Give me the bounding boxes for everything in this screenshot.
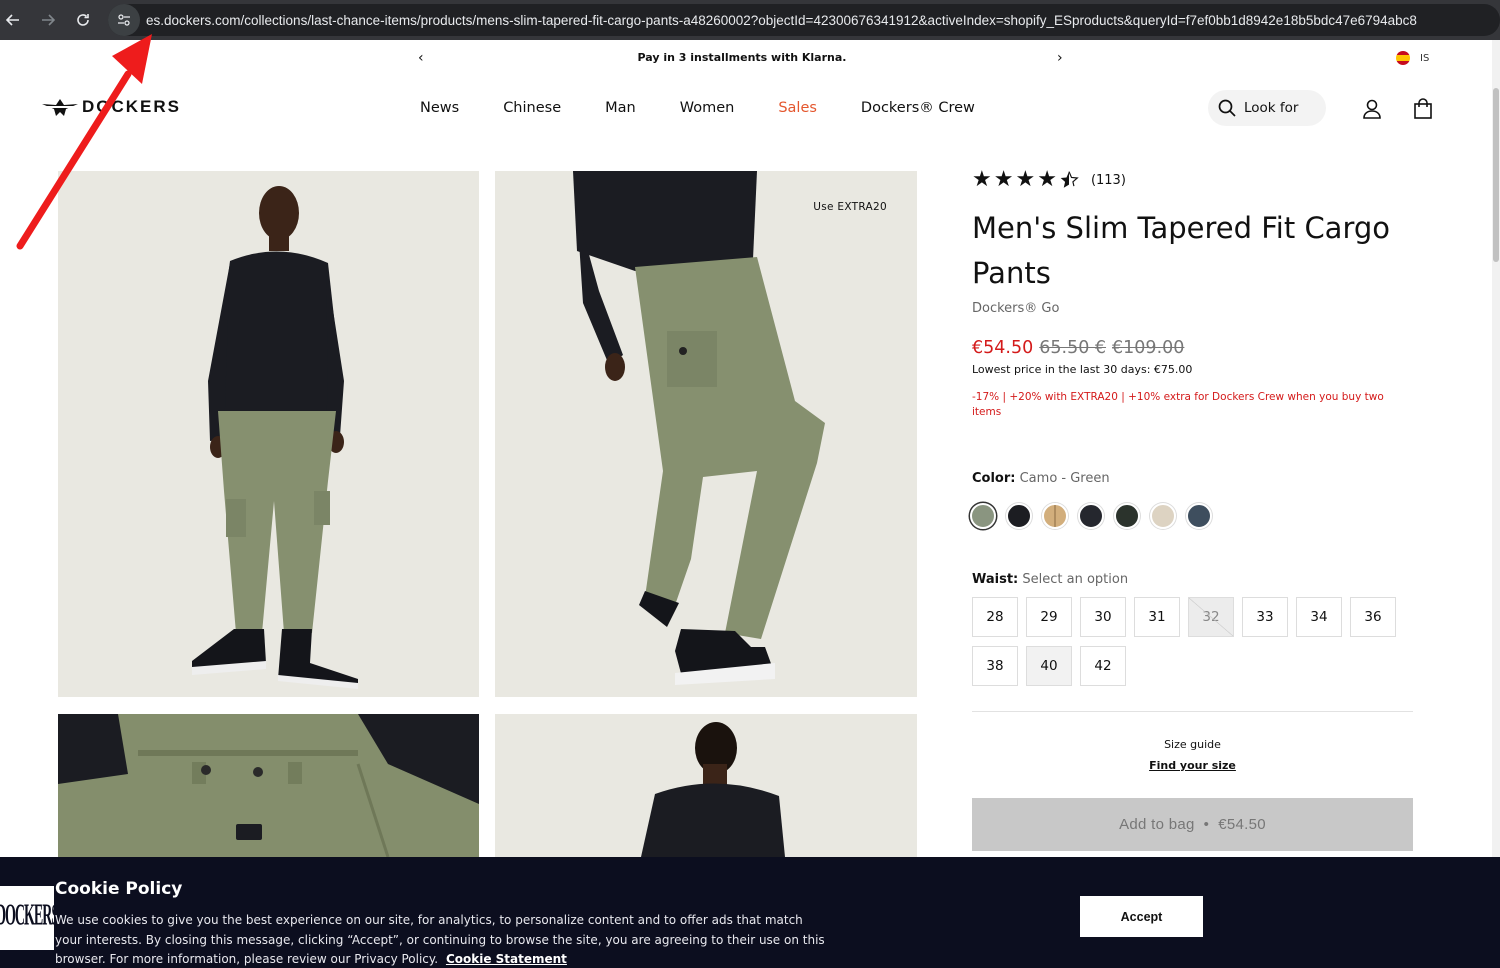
arrow-left-icon[interactable] <box>0 3 30 37</box>
rating-stars[interactable]: ★ ★ ★ ★ (113) <box>972 167 1126 192</box>
language-selector[interactable]: IS <box>1396 51 1429 65</box>
cookie-statement-link[interactable]: Cookie Statement <box>446 952 567 966</box>
star-full-icon: ★ <box>993 167 1014 192</box>
color-label: Color: Camo - Green <box>972 471 1110 486</box>
model-front-illustration <box>58 171 479 697</box>
waist-size-option[interactable]: 36 <box>1350 597 1396 637</box>
product-image-front[interactable] <box>58 171 479 697</box>
waist-size-option[interactable]: 31 <box>1134 597 1180 637</box>
waist-size-option[interactable]: 28 <box>972 597 1018 637</box>
color-swatches <box>970 503 1212 529</box>
account-icon[interactable] <box>1361 98 1383 120</box>
model-side-illustration <box>495 171 917 697</box>
url-text[interactable]: es.dockers.com/collections/last-chance-i… <box>146 13 1417 28</box>
add-to-bag-price: €54.50 <box>1218 816 1266 833</box>
page-scrollbar[interactable] <box>1492 40 1500 968</box>
accept-cookies-button[interactable]: Accept <box>1080 896 1203 937</box>
price-row: €54.50 65.50 € €109.00 <box>972 338 1184 358</box>
star-half-icon <box>1060 171 1079 188</box>
nav-man[interactable]: Man <box>605 100 636 116</box>
cookie-logo: DOCKERS <box>0 886 54 950</box>
shopping-bag-icon[interactable] <box>1412 98 1434 120</box>
color-swatch[interactable] <box>1114 503 1140 529</box>
star-full-icon: ★ <box>1015 167 1036 192</box>
waist-size-option[interactable]: 38 <box>972 646 1018 686</box>
waist-label-value: Select an option <box>1022 572 1129 587</box>
color-swatch[interactable] <box>1006 503 1032 529</box>
address-bar[interactable]: es.dockers.com/collections/last-chance-i… <box>108 4 1500 36</box>
discount-note: -17% | +20% with EXTRA20 | +10% extra fo… <box>972 391 1384 418</box>
add-to-bag-separator: • <box>1203 816 1210 833</box>
color-swatch[interactable] <box>970 503 996 529</box>
add-to-bag-button[interactable]: Add to bag • €54.50 <box>972 798 1413 851</box>
reload-icon[interactable] <box>66 3 100 37</box>
color-swatch[interactable] <box>1150 503 1176 529</box>
nav-sales[interactable]: Sales <box>778 100 817 116</box>
spain-flag-icon <box>1396 51 1410 65</box>
waist-size-option[interactable]: 33 <box>1242 597 1288 637</box>
promo-text: Pay in 3 installments with Klarna. <box>637 51 847 64</box>
original-price: €109.00 <box>1112 338 1185 358</box>
site-info-icon[interactable] <box>108 4 140 36</box>
dockers-logo[interactable]: DOCKERS <box>42 96 181 118</box>
cookie-body: We use cookies to give you the best expe… <box>55 911 825 968</box>
color-label-key: Color: <box>972 471 1016 486</box>
size-guide-label: Size guide <box>1164 738 1221 751</box>
product-sub-brand: Dockers® Go <box>972 301 1060 316</box>
review-count[interactable]: (113) <box>1091 173 1126 188</box>
cookie-banner: DOCKERS Cookie Policy We use cookies to … <box>0 857 1500 968</box>
nav-dockers-crew[interactable]: Dockers® Crew <box>861 100 975 116</box>
browser-toolbar: es.dockers.com/collections/last-chance-i… <box>0 0 1500 40</box>
promo-code-badge: Use EXTRA20 <box>813 201 887 213</box>
waist-label: Waist: Select an option <box>972 572 1128 587</box>
cookie-title: Cookie Policy <box>55 879 183 899</box>
star-full-icon: ★ <box>972 167 992 192</box>
waist-size-option[interactable]: 42 <box>1080 646 1126 686</box>
waist-size-option[interactable]: 34 <box>1296 597 1342 637</box>
divider <box>972 711 1413 712</box>
color-swatch[interactable] <box>1186 503 1212 529</box>
product-image-side[interactable]: Use EXTRA20 <box>495 171 917 697</box>
logo-text: DOCKERS <box>82 97 182 116</box>
scrollbar-thumb[interactable] <box>1493 88 1499 262</box>
nav-chinese[interactable]: Chinese <box>503 100 561 116</box>
product-title: Men's Slim Tapered Fit Cargo Pants <box>972 211 1391 290</box>
waist-label-key: Waist: <box>972 572 1019 587</box>
previous-price: 65.50 € <box>1039 338 1107 358</box>
color-swatch[interactable] <box>1042 503 1068 529</box>
waist-size-option[interactable]: 40 <box>1026 646 1072 686</box>
arrow-right-icon[interactable] <box>31 3 65 37</box>
promo-next-button[interactable]: › <box>1057 50 1063 66</box>
waist-size-option[interactable]: 32 <box>1188 597 1234 637</box>
wings-logo-icon <box>42 99 78 116</box>
search-icon <box>1218 99 1236 117</box>
waist-size-option[interactable]: 30 <box>1080 597 1126 637</box>
current-price: €54.50 <box>972 338 1034 358</box>
find-your-size-link[interactable]: Find your size <box>972 759 1413 772</box>
star-full-icon: ★ <box>1037 167 1057 192</box>
color-swatch[interactable] <box>1078 503 1104 529</box>
cookie-logo-text: DOCKERS <box>0 900 54 934</box>
language-code: IS <box>1420 52 1430 64</box>
cookie-body-text: We use cookies to give you the best expe… <box>55 913 825 966</box>
product-image-detail[interactable] <box>58 714 479 857</box>
main-navigation: News Chinese Man Women Sales Dockers® Cr… <box>420 100 1019 116</box>
promo-bar: ‹ Pay in 3 installments with Klarna. › I… <box>0 40 1492 78</box>
nav-news[interactable]: News <box>420 100 459 116</box>
model-back-illustration <box>495 714 917 857</box>
search-button[interactable]: Look for <box>1208 90 1326 126</box>
waist-size-grid: 28 29 30 31 32 33 34 36 38 40 42 <box>972 597 1402 686</box>
search-label: Look for <box>1244 100 1299 116</box>
pocket-detail-illustration <box>58 714 479 857</box>
waist-size-option[interactable]: 29 <box>1026 597 1072 637</box>
add-to-bag-label: Add to bag <box>1119 816 1195 833</box>
nav-women[interactable]: Women <box>680 100 735 116</box>
product-image-back[interactable] <box>495 714 917 857</box>
color-label-value: Camo - Green <box>1019 471 1110 486</box>
lowest-price-note: Lowest price in the last 30 days: €75.00 <box>972 363 1193 376</box>
